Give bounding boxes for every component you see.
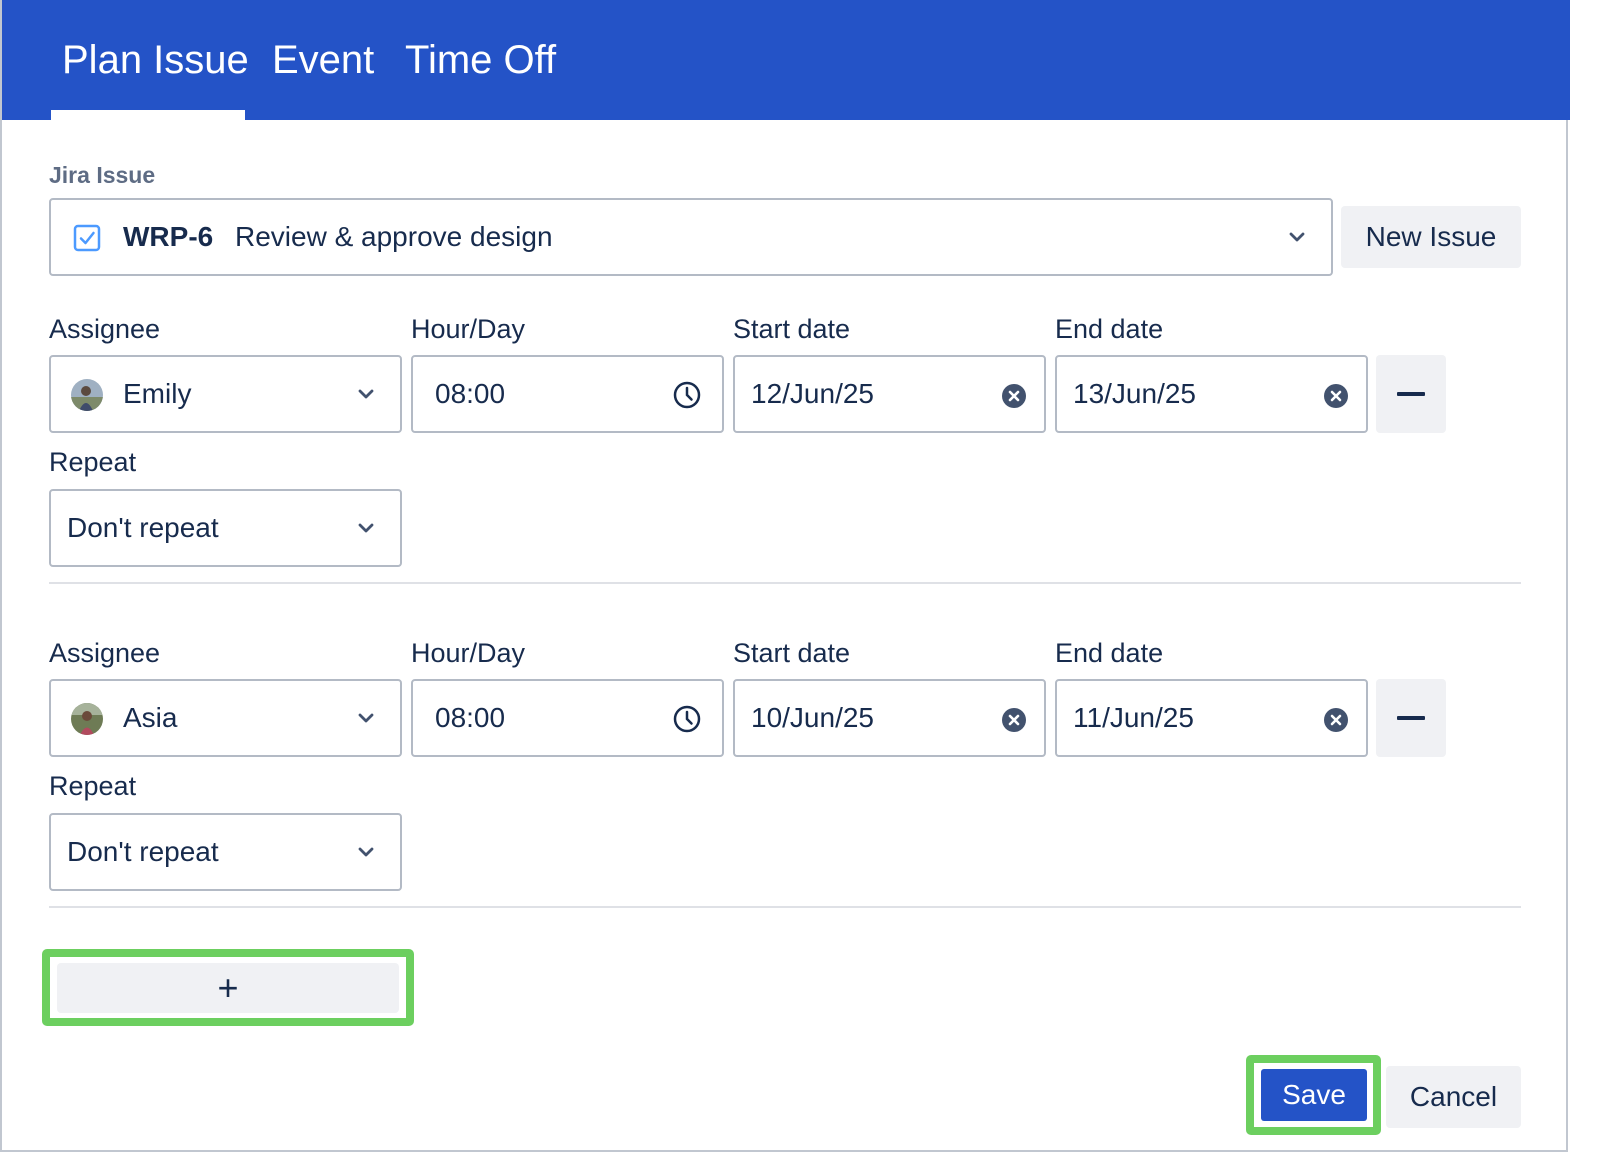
hours-value: 08:00	[435, 702, 506, 733]
assignee-select[interactable]: Asia	[49, 679, 402, 757]
assignee-label: Assignee	[49, 314, 161, 344]
issue-key: WRP-6	[123, 221, 214, 252]
start-date-input[interactable]: 12/Jun/25	[733, 355, 1046, 433]
clear-icon[interactable]	[1001, 707, 1027, 733]
start-date-input[interactable]: 10/Jun/25	[733, 679, 1046, 757]
repeat-value: Don't repeat	[67, 512, 219, 543]
repeat-select[interactable]: Don't repeat	[49, 813, 402, 891]
end-date-input[interactable]: 11/Jun/25	[1055, 679, 1368, 757]
assignee-value: Emily	[123, 378, 192, 409]
jira-issue-label: Jira Issue	[49, 162, 156, 188]
avatar	[71, 379, 103, 411]
repeat-label: Repeat	[49, 771, 137, 801]
jira-issue-select[interactable]: WRP-6 Review & approve design	[49, 198, 1333, 276]
chevron-down-icon	[358, 523, 374, 533]
clock-icon	[673, 381, 701, 409]
start-date-label: Start date	[733, 314, 851, 344]
issue-summary: Review & approve design	[235, 221, 553, 252]
checkbox-icon	[73, 224, 101, 252]
active-tab-indicator	[51, 110, 245, 120]
new-issue-button[interactable]: New Issue	[1341, 206, 1521, 268]
tab-plan-issue[interactable]: Plan Issue	[62, 38, 249, 83]
end-date-value: 13/Jun/25	[1073, 378, 1196, 409]
repeat-select[interactable]: Don't repeat	[49, 489, 402, 567]
assignee-select[interactable]: Emily	[49, 355, 402, 433]
add-row-button[interactable]: +	[57, 963, 399, 1013]
row-divider	[49, 906, 1521, 908]
end-date-label: End date	[1055, 314, 1164, 344]
chevron-down-icon	[358, 847, 374, 857]
tab-time-off[interactable]: Time Off	[405, 38, 556, 83]
start-date-label: Start date	[733, 638, 851, 668]
tab-event[interactable]: Event	[272, 38, 374, 83]
clear-icon[interactable]	[1323, 707, 1349, 733]
plan-dialog: Plan Issue Event Time Off Jira Issue WRP…	[0, 0, 1570, 1152]
assignee-value: Asia	[123, 702, 178, 733]
row-divider	[49, 582, 1521, 584]
clock-icon	[673, 705, 701, 733]
chevron-down-icon	[358, 713, 374, 723]
hours-value: 08:00	[435, 378, 506, 409]
remove-row-button[interactable]	[1376, 355, 1446, 433]
clear-icon[interactable]	[1323, 383, 1349, 409]
save-button[interactable]: Save	[1261, 1069, 1367, 1121]
repeat-label: Repeat	[49, 447, 137, 477]
start-date-value: 12/Jun/25	[751, 378, 874, 409]
cancel-button[interactable]: Cancel	[1386, 1066, 1521, 1128]
minus-icon	[1397, 392, 1425, 396]
dialog-header: Plan Issue Event Time Off	[2, 0, 1570, 120]
minus-icon	[1397, 716, 1425, 720]
assignee-label: Assignee	[49, 638, 161, 668]
chevron-down-icon	[1289, 232, 1305, 242]
hours-label: Hour/Day	[411, 314, 526, 344]
start-date-value: 10/Jun/25	[751, 702, 874, 733]
clear-icon[interactable]	[1001, 383, 1027, 409]
repeat-value: Don't repeat	[67, 836, 219, 867]
chevron-down-icon	[358, 389, 374, 399]
avatar	[71, 703, 103, 735]
end-date-input[interactable]: 13/Jun/25	[1055, 355, 1368, 433]
end-date-value: 11/Jun/25	[1073, 702, 1194, 733]
hours-input[interactable]: 08:00	[411, 679, 724, 757]
end-date-label: End date	[1055, 638, 1164, 668]
hours-input[interactable]: 08:00	[411, 355, 724, 433]
remove-row-button[interactable]	[1376, 679, 1446, 757]
hours-label: Hour/Day	[411, 638, 526, 668]
